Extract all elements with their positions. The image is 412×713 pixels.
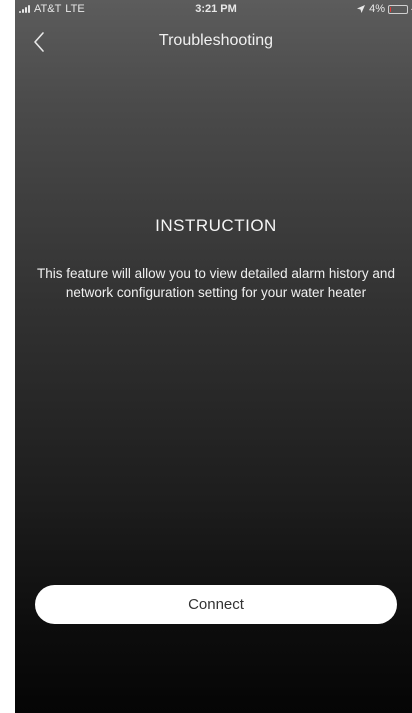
location-icon bbox=[357, 5, 366, 13]
battery-icon bbox=[388, 4, 408, 14]
page-title: Troubleshooting bbox=[158, 32, 274, 49]
status-bar: AT&T LTE 3:21 PM 4% bbox=[15, 0, 412, 20]
battery-percent: 4% bbox=[369, 3, 385, 15]
app-screen: AT&T LTE 3:21 PM 4% Troubleshooting INST… bbox=[15, 0, 412, 713]
status-time: 3:21 PM bbox=[195, 3, 237, 15]
instruction-text: This feature will allow you to view deta… bbox=[37, 266, 395, 300]
instruction-heading: INSTRUCTION bbox=[155, 216, 277, 235]
navigation-bar: Troubleshooting bbox=[15, 24, 412, 60]
battery-fill bbox=[390, 6, 391, 12]
connect-button[interactable]: Connect bbox=[35, 585, 397, 624]
status-right: 4% bbox=[356, 3, 412, 15]
